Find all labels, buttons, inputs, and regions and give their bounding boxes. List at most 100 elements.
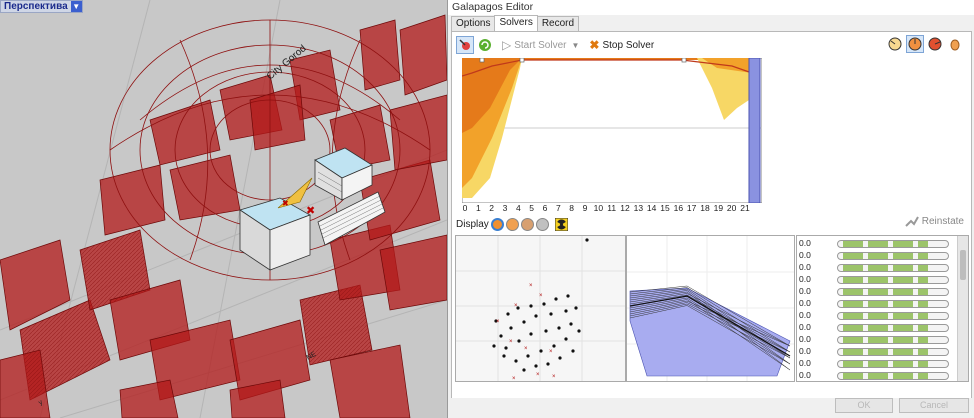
stop-solver-button[interactable]: ✖ Stop Solver [589, 38, 654, 52]
genome-bar [837, 251, 949, 260]
start-solver-button[interactable]: ▷ Start Solver [502, 38, 566, 52]
cancel-button[interactable]: Cancel [899, 398, 969, 413]
play-icon: ▷ [502, 38, 512, 52]
display-peach-icon[interactable] [520, 217, 534, 231]
galapagos-window: Galapagos Editor Options Solvers Record … [447, 0, 974, 418]
genome-bar [837, 275, 949, 284]
tab-options[interactable]: Options [451, 16, 496, 31]
x-tick-label: 12 [620, 203, 630, 213]
x-tick-label: 1 [475, 203, 481, 213]
svg-text:×: × [514, 303, 518, 309]
genome-value: 0.0 [799, 370, 811, 380]
genome-bar [837, 287, 949, 296]
genome-row[interactable]: 0.0 [799, 322, 949, 333]
clock-medium-icon[interactable] [906, 35, 924, 53]
display-grey-icon[interactable] [535, 217, 549, 231]
display-label: Display [456, 218, 489, 230]
solvers-panel: ▷ Start Solver ▼ ✖ Stop Solver Display R… [451, 31, 972, 414]
x-tick-label: 18 [700, 203, 710, 213]
window-title: Galapagos Editor [448, 0, 974, 15]
viewport-label: Перспектива [4, 1, 68, 12]
genome-row[interactable]: 0.0 [799, 238, 949, 249]
x-tick-label: 9 [582, 203, 588, 213]
svg-text:×: × [512, 376, 516, 381]
population-scatter-panel: × × × × × × × × × × [455, 235, 626, 382]
refresh-icon[interactable] [476, 36, 494, 54]
x-tick-label: 19 [713, 203, 724, 213]
start-solver-label: Start Solver [514, 39, 567, 51]
genome-row[interactable]: 0.0 [799, 334, 949, 345]
svg-text:×: × [536, 372, 540, 378]
x-tick-label: 15 [660, 203, 670, 213]
clock-fast-icon[interactable] [926, 35, 944, 53]
genome-row[interactable]: 0.0 [799, 274, 949, 285]
genome-list-scrollbar[interactable] [957, 236, 968, 381]
genome-value: 0.0 [799, 310, 811, 320]
svg-text:×: × [539, 293, 543, 299]
genome-value: 0.0 [799, 262, 811, 272]
genome-value: 0.0 [799, 286, 811, 296]
svg-text:×: × [529, 283, 533, 289]
stop-x-icon: ✖ [589, 38, 600, 52]
svg-text:×: × [509, 339, 513, 345]
x-tick-label: 10 [593, 203, 604, 213]
genome-row[interactable]: 0.0 [799, 250, 949, 261]
genome-row[interactable]: 0.0 [799, 370, 949, 381]
rhino-viewport[interactable]: ✖ ✖ City Gorod NE y Перспектива ▼ [0, 0, 447, 418]
population-scatter: × × × × × × × × × × [456, 236, 625, 382]
genome-bar [837, 311, 949, 320]
viewport-menu-icon[interactable]: ▼ [70, 1, 82, 12]
genome-value: 0.0 [799, 322, 811, 332]
x-tick-label: 16 [673, 203, 684, 213]
start-options-dropdown-icon[interactable]: ▼ [571, 41, 579, 50]
genome-row[interactable]: 0.0 [799, 262, 949, 273]
reinstate-button[interactable]: Reinstate [905, 215, 964, 227]
genome-row[interactable]: 0.0 [799, 286, 949, 297]
clock-toolbar [886, 35, 966, 53]
genome-row[interactable]: 0.0 [799, 310, 949, 321]
tab-solvers[interactable]: Solvers [494, 15, 538, 31]
display-orange-light-icon[interactable] [505, 217, 519, 231]
genome-bar [837, 239, 949, 248]
x-tick-label: 8 [569, 203, 575, 213]
clock-slow-icon[interactable] [886, 35, 904, 53]
x-tick-label: 6 [542, 203, 548, 213]
genome-bar [837, 371, 949, 380]
parallel-coordinates-panel [626, 235, 795, 382]
pick-hand-icon [905, 216, 919, 227]
fitness-chart [462, 58, 762, 203]
x-tick-label: 21 [740, 203, 750, 213]
genome-bar [837, 299, 949, 308]
genome-value: 0.0 [799, 334, 811, 344]
genome-bar [837, 263, 949, 272]
tab-record[interactable]: Record [536, 16, 580, 31]
genome-value: 0.0 [799, 238, 811, 248]
genome-value: 0.0 [799, 346, 811, 356]
genome-row[interactable]: 0.0 [799, 346, 949, 357]
stop-solver-label: Stop Solver [602, 39, 655, 51]
svg-text:✖: ✖ [282, 199, 289, 208]
radiation-icon[interactable] [553, 215, 571, 233]
solver-toolbar: ▷ Start Solver ▼ ✖ Stop Solver [456, 35, 968, 55]
genome-row[interactable]: 0.0 [799, 358, 949, 369]
egg-icon[interactable] [946, 35, 964, 53]
x-tick-label: 0 [462, 203, 468, 213]
pick-genome-icon[interactable] [456, 36, 474, 54]
tab-strip: Options Solvers Record [451, 15, 580, 31]
ok-button[interactable]: OK [835, 398, 893, 413]
dialog-buttons: OK Cancel [451, 398, 972, 416]
city-model-render: ✖ ✖ City Gorod NE y [0, 0, 447, 418]
viewport-tab[interactable]: Перспектива ▼ [0, 0, 83, 13]
x-tick-label: 11 [607, 203, 617, 213]
x-tick-label: 2 [489, 203, 495, 213]
genome-row[interactable]: 0.0 [799, 298, 949, 309]
genome-value: 0.0 [799, 250, 811, 260]
display-row: Display Reinstate [456, 215, 968, 233]
current-generation-highlight [748, 58, 761, 203]
genome-value: 0.0 [799, 358, 811, 368]
genome-bar [837, 359, 949, 368]
x-tick-label: 13 [633, 203, 644, 213]
display-orange-icon[interactable] [490, 217, 504, 231]
x-tick-label: 20 [726, 203, 737, 213]
genome-bar [837, 323, 949, 332]
